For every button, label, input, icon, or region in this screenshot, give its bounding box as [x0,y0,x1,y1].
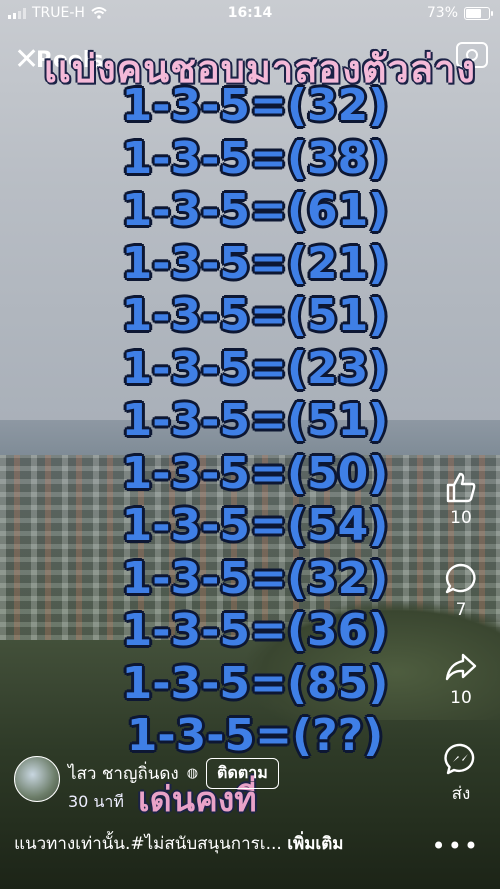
number-line: 1-3-5=(36) [121,605,389,656]
comment-button[interactable]: 7 [436,562,486,620]
more-options-icon[interactable]: ••• [432,832,480,860]
comment-icon [445,563,476,594]
number-line: 1-3-5=(23) [121,342,389,394]
number-line: 1-3-5=(51) [121,395,389,446]
like-icon [446,472,476,503]
number-line: 1-3-5=(32) [121,552,389,604]
comment-count: 7 [455,600,467,620]
number-line: 1-3-5=(61) [121,185,389,236]
status-right: 73% [426,5,493,21]
avatar[interactable] [14,756,60,802]
author-row: ไสว ชาญถิ่นดง ◍ ติดตาม [68,758,279,789]
battery-icon [464,6,493,20]
number-line: 1-3-5=(32) [121,80,389,131]
messenger-icon [444,743,475,775]
number-line: 1-3-5=(??) [126,710,384,761]
post-time: 30 นาที [68,792,124,811]
status-bar: TRUE-H 16:14 73% [0,0,500,26]
number-lines: 1-3-5=(32) 1-3-5=(38) 1-3-5=(61) 1-3-5=(… [0,80,500,763]
number-line: 1-3-5=(54) [121,500,389,551]
share-count: 10 [450,688,472,708]
see-more-link[interactable]: เพิ่มเติม [287,834,343,854]
number-line: 1-3-5=(85) [121,657,389,709]
battery-percent: 73% [426,5,458,21]
number-line: 1-3-5=(50) [121,447,389,499]
number-line: 1-3-5=(21) [121,237,389,289]
follow-button[interactable]: ติดตาม [206,758,279,789]
messenger-send-button[interactable]: ส่ง [436,742,486,807]
like-count: 10 [450,508,472,528]
send-label: ส่ง [451,784,471,804]
number-line: 1-3-5=(38) [121,132,389,184]
share-icon [445,653,477,681]
share-button[interactable]: 10 [436,650,486,708]
globe-icon: ◍ [186,766,199,781]
number-line: 1-3-5=(51) [121,290,389,341]
clock: 16:14 [227,5,273,21]
battery-fill [466,8,481,18]
author-name[interactable]: ไสว ชาญถิ่นดง [68,760,179,787]
like-button[interactable]: 10 [436,470,486,528]
description: แนวทางเท่านั้น.#ไม่สนับสนุนการเ... เพิ่ม… [14,830,444,857]
description-text: แนวทางเท่านั้น.#ไม่สนับสนุนการเ... [14,834,282,854]
